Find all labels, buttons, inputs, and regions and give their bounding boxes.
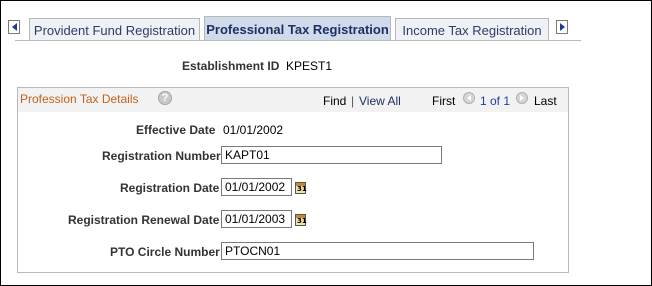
- pto-circle-number-label: PTO Circle Number: [110, 245, 220, 259]
- arrow-right-icon: [559, 23, 565, 31]
- registration-renewal-date-label: Registration Renewal Date: [68, 213, 220, 227]
- registration-number-label: Registration Number: [102, 149, 221, 163]
- effective-date-label: Effective Date: [136, 123, 216, 137]
- calendar-icon[interactable]: 31: [295, 214, 307, 226]
- find-link[interactable]: Find: [323, 94, 346, 108]
- group-title: Profession Tax Details: [20, 92, 139, 106]
- tab-income-tax-registration[interactable]: Income Tax Registration: [395, 18, 549, 41]
- row-count-text: 1 of 1: [480, 94, 511, 108]
- arrow-left-icon: [11, 23, 17, 31]
- registration-renewal-date-input[interactable]: [221, 210, 292, 228]
- registration-number-input[interactable]: [221, 146, 442, 164]
- help-icon[interactable]: ?: [158, 91, 172, 105]
- registration-date-input[interactable]: [221, 178, 292, 196]
- next-row-button[interactable]: [516, 92, 528, 104]
- previous-row-button[interactable]: [463, 92, 475, 104]
- arrow-right-icon: [520, 95, 524, 101]
- nav-separator: |: [351, 94, 355, 108]
- calendar-icon[interactable]: 31: [295, 182, 307, 194]
- last-label: Last: [534, 94, 557, 108]
- establishment-id-value: KPEST1: [286, 59, 333, 73]
- registration-date-label: Registration Date: [120, 181, 220, 195]
- tab-scroll-right-button[interactable]: [556, 20, 568, 34]
- tab-professional-tax-registration[interactable]: Professional Tax Registration: [204, 16, 391, 41]
- pto-circle-number-input[interactable]: [221, 242, 534, 260]
- tab-divider: [15, 40, 581, 41]
- tab-scroll-left-button[interactable]: [8, 20, 20, 34]
- group-header: Profession Tax Details ? Find | View All…: [18, 88, 568, 112]
- establishment-id-label: Establishment ID: [182, 59, 280, 73]
- effective-date-value: 01/01/2002: [223, 123, 284, 137]
- first-label: First: [432, 94, 456, 108]
- page-frame: Provident Fund Registration Professional…: [0, 0, 652, 286]
- arrow-left-icon: [467, 95, 471, 101]
- view-all-link[interactable]: View All: [359, 94, 401, 108]
- tab-provident-fund-registration[interactable]: Provident Fund Registration: [29, 18, 200, 41]
- tab-bar: Provident Fund Registration Professional…: [1, 1, 651, 41]
